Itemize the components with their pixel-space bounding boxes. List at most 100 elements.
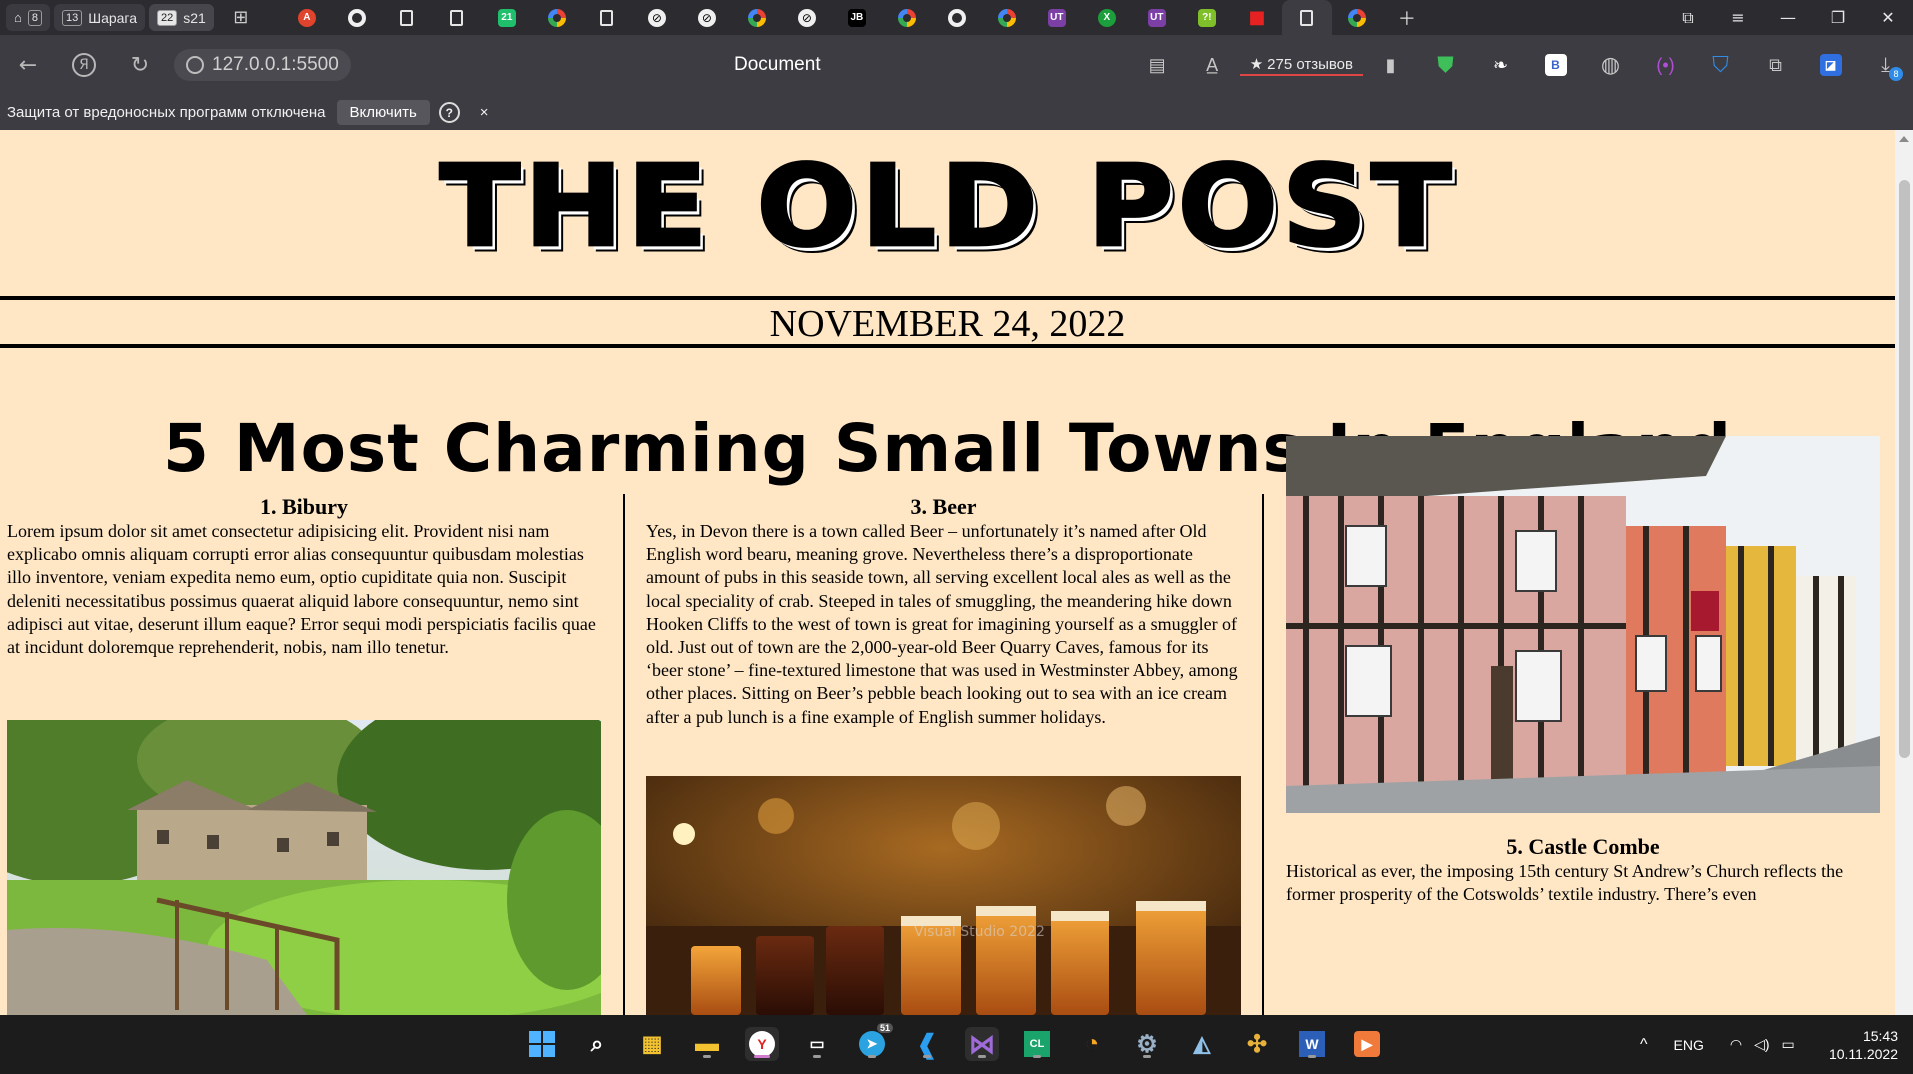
section-heading: 3. Beer	[910, 494, 977, 519]
slides-app[interactable]: ▶	[1350, 1027, 1384, 1061]
tab[interactable]: ⊘	[682, 0, 732, 35]
search-button[interactable]: ⌕	[580, 1027, 614, 1061]
battery-icon[interactable]: ▭	[1782, 1036, 1795, 1053]
reviews-rating[interactable]: ★ 275 отзывов	[1239, 54, 1363, 76]
collections-button[interactable]: ⧉	[1663, 0, 1713, 35]
reload-button[interactable]: ↻	[112, 35, 168, 95]
translate-extension[interactable]: ◪	[1803, 35, 1858, 95]
reviews-label: 275 отзывов	[1267, 55, 1353, 73]
word-icon: W	[1299, 1031, 1325, 1057]
tab[interactable]: X	[1082, 0, 1132, 35]
protect-extension[interactable]: ⛊	[1418, 35, 1473, 95]
system-clock[interactable]: 15:43 10.11.2022	[1829, 1027, 1898, 1063]
beer-photo: Visual Studio 2022	[646, 776, 1241, 1015]
bookmark-button[interactable]: ▮	[1363, 35, 1418, 95]
tab[interactable]	[982, 0, 1032, 35]
tab-group-count: 22	[157, 9, 178, 26]
tab[interactable]: 21	[482, 0, 532, 35]
translate-button[interactable]: A̲	[1185, 35, 1240, 95]
village-illustration	[7, 720, 601, 1015]
slack-app[interactable]: ✣	[1240, 1027, 1274, 1061]
vpn-extension[interactable]: ◍	[1583, 35, 1638, 95]
tab-group-sharaga[interactable]: 13 Шарага	[53, 4, 146, 31]
tab-group-counter[interactable]: ⌂ 8	[6, 4, 50, 31]
b-extension[interactable]: B	[1528, 35, 1583, 95]
tab[interactable]: A	[282, 0, 332, 35]
timer-app[interactable]: ◔	[1075, 1027, 1109, 1061]
restore-button[interactable]: ❐	[1813, 0, 1863, 35]
tray-overflow-button[interactable]: ^	[1640, 1036, 1648, 1054]
home-tab-icon: ⌂	[14, 10, 22, 25]
google-icon	[1347, 8, 1366, 27]
shield-icon: ⛉	[1712, 52, 1729, 77]
visual-studio-app[interactable]: ⋈	[965, 1027, 999, 1061]
close-bar-button[interactable]: ×	[480, 104, 489, 121]
wifi-icon[interactable]: ◠	[1730, 1036, 1742, 1053]
vscode-app[interactable]: ❰	[910, 1027, 944, 1061]
tab[interactable]	[332, 0, 382, 35]
tab[interactable]: UT	[1132, 0, 1182, 35]
tab[interactable]: ■	[1232, 0, 1282, 35]
tab[interactable]	[382, 0, 432, 35]
clion-app[interactable]: CL	[1020, 1027, 1054, 1061]
word-app[interactable]: W	[1295, 1027, 1329, 1061]
yandex-browser-app[interactable]: Y	[745, 1027, 779, 1061]
tab[interactable]	[932, 0, 982, 35]
minimize-button[interactable]: —	[1763, 0, 1813, 35]
close-window-button[interactable]: ✕	[1863, 0, 1913, 35]
tab-active-document[interactable]	[1281, 0, 1332, 35]
vertical-scrollbar[interactable]	[1895, 130, 1913, 1015]
address-bar[interactable]: 127.0.0.1:5500	[174, 49, 351, 81]
settings-app[interactable]: ⚙	[1130, 1027, 1164, 1061]
adblock-extension[interactable]: ⛉	[1693, 35, 1748, 95]
telegram-app[interactable]: ➤ 51	[855, 1023, 893, 1061]
yandex-button[interactable]: Я	[56, 35, 112, 95]
menu-button[interactable]: ≡	[1713, 0, 1763, 35]
photos-app[interactable]: ◭	[1185, 1027, 1219, 1061]
tab[interactable]	[1332, 0, 1382, 35]
language-indicator[interactable]: ENG	[1674, 1037, 1704, 1053]
protection-warning-bar: Защита от вредоносных программ отключена…	[0, 95, 1913, 130]
tab[interactable]: ⊘	[632, 0, 682, 35]
tab[interactable]: JB	[832, 0, 882, 35]
scroll-up-icon[interactable]	[1899, 136, 1909, 142]
volume-icon[interactable]: ◁)	[1754, 1036, 1769, 1053]
address-text: 127.0.0.1:5500	[212, 54, 339, 75]
tab[interactable]: UT	[1032, 0, 1082, 35]
tab[interactable]: ⊘	[782, 0, 832, 35]
tab[interactable]	[882, 0, 932, 35]
google-icon	[747, 8, 766, 27]
link-icon: ⊘	[647, 8, 666, 27]
tab-group-s21[interactable]: 22 s21	[149, 4, 214, 31]
new-tab-group-button[interactable]: ⊞	[216, 0, 266, 35]
start-button[interactable]	[525, 1027, 559, 1061]
section-text: Lorem ipsum dolor sit amet consectetur a…	[7, 521, 596, 658]
radio-extension[interactable]: (•)	[1638, 35, 1693, 95]
telegram-icon: ➤	[859, 1031, 885, 1057]
extensions-button[interactable]: ⧉	[1748, 35, 1803, 95]
help-icon[interactable]: ?	[438, 102, 460, 123]
downloads-button[interactable]: ⤓ 8	[1858, 35, 1913, 95]
tab[interactable]	[582, 0, 632, 35]
tab[interactable]	[432, 0, 482, 35]
tab[interactable]	[732, 0, 782, 35]
windows-logo-icon	[529, 1031, 555, 1057]
back-button[interactable]: ←	[0, 35, 56, 95]
explorer-app[interactable]: ▬	[690, 1027, 724, 1061]
new-tab-button[interactable]: ＋	[1382, 0, 1432, 35]
page-viewport: THE OLD POST NOVEMBER 24, 2022 5 Most Ch…	[0, 130, 1895, 1015]
terminal-icon: ▭	[809, 1036, 825, 1053]
excel-icon: X	[1097, 8, 1116, 27]
enable-protection-button[interactable]: Включить	[336, 100, 430, 125]
folder-icon: ▬	[695, 1030, 719, 1057]
reader-mode-button[interactable]: ▤	[1130, 35, 1185, 95]
tab[interactable]	[532, 0, 582, 35]
download-count-badge: 8	[1889, 67, 1903, 81]
scroll-thumb[interactable]	[1899, 180, 1910, 758]
timber-houses-illustration	[1286, 436, 1880, 813]
store-app[interactable]: ▦	[635, 1027, 669, 1061]
paw-extension[interactable]: ❧	[1473, 35, 1528, 95]
section-heading: 1. Bibury	[259, 494, 349, 519]
terminal-app[interactable]: ▭	[800, 1027, 834, 1061]
tab[interactable]: ?!	[1182, 0, 1232, 35]
